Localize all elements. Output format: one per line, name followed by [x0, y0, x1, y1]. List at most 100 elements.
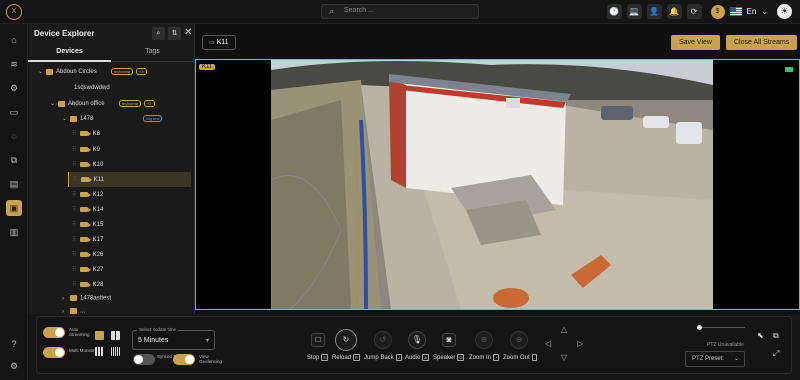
explorer-search-icon[interactable]: ⌕: [152, 27, 165, 40]
settings-icon[interactable]: ⚙: [6, 80, 22, 96]
camera-label: K9: [92, 147, 101, 153]
camera-row[interactable]: ⠿ K9: [72, 146, 100, 159]
camera-row[interactable]: ⠿ K12: [72, 191, 103, 204]
coin-icon[interactable]: $: [710, 4, 725, 19]
camera-row[interactable]: ⠿ K28: [72, 281, 103, 294]
audio-label: Audio A: [405, 354, 430, 362]
chevron-right-icon[interactable]: ›: [62, 309, 70, 315]
audio-mute-button[interactable]: 🎙: [408, 331, 426, 349]
camera-icon: [81, 176, 92, 182]
global-search[interactable]: ⌕ Search ...: [321, 4, 479, 19]
drag-handle-icon[interactable]: ⠿: [72, 236, 80, 243]
ptz-speed-slider[interactable]: [697, 325, 745, 330]
theme-toggle-icon[interactable]: ☀: [777, 4, 792, 19]
reload-button[interactable]: ↻: [335, 329, 357, 351]
camera-row[interactable]: ⠿ K17: [72, 236, 103, 249]
camera-label: K8: [92, 131, 101, 137]
language-caret-icon[interactable]: ⌄: [761, 7, 768, 16]
camera-feed-image[interactable]: [271, 60, 713, 309]
camera-row[interactable]: ⠿ K8: [72, 130, 100, 143]
refresh-icon[interactable]: ⟳: [686, 4, 702, 19]
tree-node[interactable]: › 1478asttest: [62, 295, 111, 308]
stream-viewport[interactable]: K11: [195, 59, 800, 310]
camera-icon: ▭: [209, 40, 215, 46]
save-view-button[interactable]: Save View: [671, 35, 720, 50]
chevron-down-icon[interactable]: ⌄: [62, 115, 70, 122]
bell-icon[interactable]: 🔔: [666, 4, 682, 19]
time-select[interactable]: Select sodate time 5 Minutes ▾: [132, 327, 215, 350]
view-geofencing-toggle[interactable]: [173, 354, 195, 365]
monitor-icon[interactable]: 💻: [626, 4, 642, 19]
live-camera-icon: [785, 67, 793, 72]
tree-node[interactable]: ⌄ Abdoun office testname +2: [50, 100, 195, 113]
drag-handle-icon[interactable]: ⠿: [72, 266, 80, 273]
drag-handle-icon[interactable]: ⠿: [72, 130, 80, 137]
camera-row[interactable]: ⠿ K27: [72, 266, 103, 279]
speaker-button[interactable]: ◙: [442, 333, 456, 347]
layout-2x2-icon[interactable]: [111, 331, 120, 340]
clock-icon[interactable]: 🕐: [606, 4, 622, 19]
tree-node[interactable]: ⌄ Abdoun Circles testname +2: [38, 68, 195, 81]
camera-icon: [80, 161, 91, 167]
drag-handle-icon[interactable]: ⠿: [72, 161, 80, 168]
ptz-preset-select[interactable]: PTZ Preset: ⌄: [685, 351, 745, 367]
zoom-in-button[interactable]: ⊕: [475, 331, 493, 349]
sort-icon[interactable]: ⇅: [168, 27, 181, 40]
stop-button[interactable]: □: [311, 333, 325, 347]
drag-handle-icon[interactable]: ⠿: [72, 191, 80, 198]
auto-streaming-toggle[interactable]: [43, 327, 65, 338]
drag-handle-icon[interactable]: ⠿: [72, 251, 80, 258]
camera-row[interactable]: ⠿ K26: [72, 251, 103, 264]
home-icon[interactable]: ⌂: [6, 32, 22, 48]
chevron-right-icon[interactable]: ›: [62, 296, 70, 302]
ptz-down-icon[interactable]: ▽: [561, 353, 567, 362]
zoom-out-button[interactable]: ⊖: [510, 331, 528, 349]
help-icon[interactable]: ?: [6, 336, 22, 352]
tab-tags[interactable]: Tags: [111, 48, 194, 55]
map-icon[interactable]: ▤: [6, 176, 22, 192]
multi-monitor-toggle[interactable]: [43, 347, 65, 358]
external-window-icon[interactable]: ⧉: [773, 331, 779, 341]
drag-handle-icon[interactable]: ⠿: [72, 281, 80, 288]
gear-icon[interactable]: ⚙: [6, 358, 22, 374]
layout-4x4-icon[interactable]: [111, 347, 120, 356]
time-select-value: 5 Minutes: [138, 337, 169, 344]
wifi-icon[interactable]: ≋: [6, 56, 22, 72]
layout-single-icon[interactable]: [95, 331, 104, 340]
live-view-icon[interactable]: ▣: [6, 200, 22, 216]
ptz-right-icon[interactable]: ▷: [577, 339, 583, 348]
camera-row[interactable]: ⠿ K15: [72, 221, 103, 234]
camera-tab[interactable]: ▭ K11: [202, 35, 236, 50]
camera-row-selected[interactable]: ⠿ K11: [68, 172, 191, 187]
tree-node[interactable]: 1sqswdwdwd: [74, 85, 110, 98]
briefcase-icon[interactable]: ▥: [6, 224, 22, 240]
view-geofencing-label: View Geofencing: [199, 354, 223, 364]
camera-row[interactable]: ⠿ K14: [72, 206, 103, 219]
camera-icon[interactable]: ▭: [6, 104, 22, 120]
close-all-streams-button[interactable]: Close All Streams: [726, 35, 798, 50]
slider-knob[interactable]: [697, 325, 702, 330]
chevron-down-icon[interactable]: ⌄: [50, 100, 58, 107]
pointer-icon[interactable]: ⬉: [757, 331, 764, 340]
language-selector[interactable]: En: [747, 7, 757, 16]
us-flag-icon[interactable]: [729, 7, 742, 16]
user-icon[interactable]: 👤: [646, 4, 662, 19]
jump-back-button[interactable]: ↺: [374, 331, 392, 349]
fullscreen-icon[interactable]: ⤢: [773, 349, 779, 359]
chevron-down-icon[interactable]: ⌄: [38, 68, 46, 75]
tree-node[interactable]: ⌄ 1478 tag test: [62, 115, 195, 128]
active-tab-indicator: [28, 60, 111, 62]
layout-3x3-icon[interactable]: [95, 347, 104, 356]
drag-handle-icon[interactable]: ⠿: [72, 206, 80, 213]
alarm-icon[interactable]: ◌: [6, 128, 22, 144]
drag-handle-icon[interactable]: ⠿: [72, 146, 80, 153]
close-icon[interactable]: ✕: [184, 27, 192, 38]
drag-handle-icon[interactable]: ⠿: [73, 176, 81, 183]
synced-time-toggle[interactable]: [133, 354, 155, 365]
tab-devices[interactable]: Devices: [28, 48, 111, 55]
camera-label: K17: [92, 237, 104, 243]
network-icon[interactable]: ⧉: [6, 152, 22, 168]
ptz-left-icon[interactable]: ◁: [545, 339, 551, 348]
drag-handle-icon[interactable]: ⠿: [72, 221, 80, 228]
ptz-up-icon[interactable]: △: [561, 325, 567, 334]
